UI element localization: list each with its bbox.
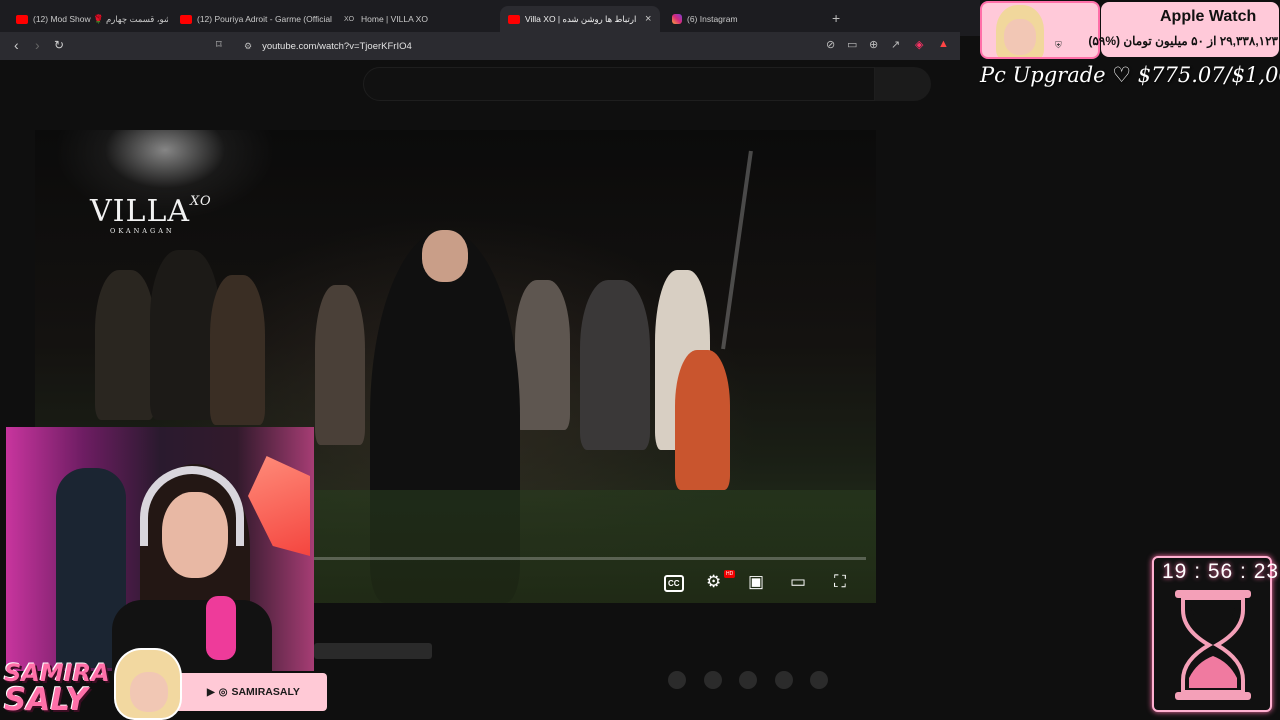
xo-icon: XO [344, 15, 355, 23]
background-dancer [515, 280, 570, 430]
goal-progress-text: ۲۹,۳۳۸,۱۲۳ از ۵۰ میلیون تومان (%۵۹) [1088, 34, 1278, 48]
tab-instagram[interactable]: (6) Instagram [664, 6, 824, 32]
tab-villa-xo-home[interactable]: XO Home | VILLA XO [336, 6, 496, 32]
action-placeholder [704, 671, 722, 689]
action-placeholder [668, 671, 686, 689]
streamer-cartoon-avatar [114, 648, 182, 720]
tab-label: Home | VILLA XO [361, 14, 428, 24]
fullscreen-icon[interactable]: ⛶ [834, 572, 846, 592]
background-dancer [675, 350, 730, 490]
browser-toolbar: ‹ › ↻ ⌑ ⚙ youtube.com/watch?v=TjoerKFrIO… [0, 32, 960, 60]
host-face [422, 230, 468, 282]
light-string [721, 150, 753, 350]
video-title-placeholder [314, 643, 432, 659]
tab-pouriya-adroit[interactable]: (12) Pouriya Adroit - Garme (Official [172, 6, 332, 32]
background-dancer [315, 285, 365, 445]
back-arrow-icon[interactable]: ‹ [14, 37, 19, 53]
bookmark-icon[interactable]: ⌑ [216, 38, 222, 51]
social-handle: SAMIRASALY [231, 686, 300, 698]
social-handle-banner: ▶ ◎ SAMIRASALY [175, 673, 327, 711]
browser-tab-strip: (12) Mod Show 🌹 شو، قسمت چهارم (12) Pour… [0, 0, 980, 36]
new-tab-button[interactable]: + [832, 10, 840, 26]
close-tab-icon[interactable]: × [645, 13, 651, 25]
mute-icon[interactable]: ⊘ [826, 38, 835, 51]
tab-mod-show[interactable]: (12) Mod Show 🌹 شو، قسمت چهارم [8, 6, 168, 32]
tab-label: (12) Mod Show 🌹 شو، قسمت چهارم [33, 13, 168, 24]
youtube-icon: ▶ [207, 686, 215, 698]
instagram-icon: ◎ [218, 686, 228, 698]
stream-timer: 19 : 56 : 23 [1162, 560, 1280, 583]
reload-icon[interactable]: ↻ [54, 38, 64, 52]
video-progress-bar[interactable] [314, 557, 866, 560]
youtube-icon [16, 14, 28, 24]
action-placeholder [739, 671, 757, 689]
search-button[interactable] [875, 67, 931, 101]
settings-gear-icon[interactable]: ⚙ [706, 572, 721, 592]
background-dancer [95, 270, 155, 420]
hourglass-icon [1175, 590, 1251, 700]
share-icon[interactable]: ↗ [891, 38, 900, 51]
pc-upgrade-goal: Pc Upgrade ♡ $775.07/$1,000 [980, 63, 1280, 87]
instagram-icon [672, 14, 682, 24]
rewards-icon[interactable]: ▲ [938, 38, 949, 50]
background-dancer [210, 275, 265, 425]
action-placeholder [810, 671, 828, 689]
cast-icon[interactable]: ▭ [847, 38, 857, 51]
miniplayer-icon[interactable]: ▣ [748, 572, 764, 592]
youtube-icon [180, 14, 192, 24]
streamer-name-logo: SAMIRA SALY [4, 659, 110, 718]
brave-shield-icon[interactable]: ◈ [915, 38, 923, 51]
villa-xo-logo: VILLAXO OKANAGAN [90, 194, 212, 235]
theater-mode-icon[interactable]: ▭ [790, 572, 806, 592]
zoom-icon[interactable]: ⊕ [869, 38, 878, 51]
goal-title: Apple Watch [1160, 8, 1257, 25]
tab-label: (12) Pouriya Adroit - Garme (Official [197, 14, 332, 24]
tab-villa-xo-video[interactable]: Villa XO | ارتباط ها روشن شده × [500, 6, 660, 32]
site-info-icon[interactable]: ⚙ [244, 41, 252, 52]
url-text: youtube.com/watch?v=TjoerKFrIO4 [262, 40, 412, 52]
tab-label: (6) Instagram [687, 14, 738, 24]
captions-button[interactable]: CC [664, 575, 684, 592]
forward-arrow-icon[interactable]: › [35, 37, 40, 53]
search-input[interactable] [363, 67, 875, 101]
youtube-icon [508, 14, 520, 24]
action-placeholder [775, 671, 793, 689]
tab-label: Villa XO | ارتباط ها روشن شده [525, 13, 637, 24]
microphone [206, 596, 236, 660]
shield-icon: ⛨ [1055, 40, 1062, 50]
goal-cartoon-avatar [980, 1, 1100, 59]
hd-badge: HD [724, 570, 736, 578]
background-dancer [580, 280, 650, 450]
